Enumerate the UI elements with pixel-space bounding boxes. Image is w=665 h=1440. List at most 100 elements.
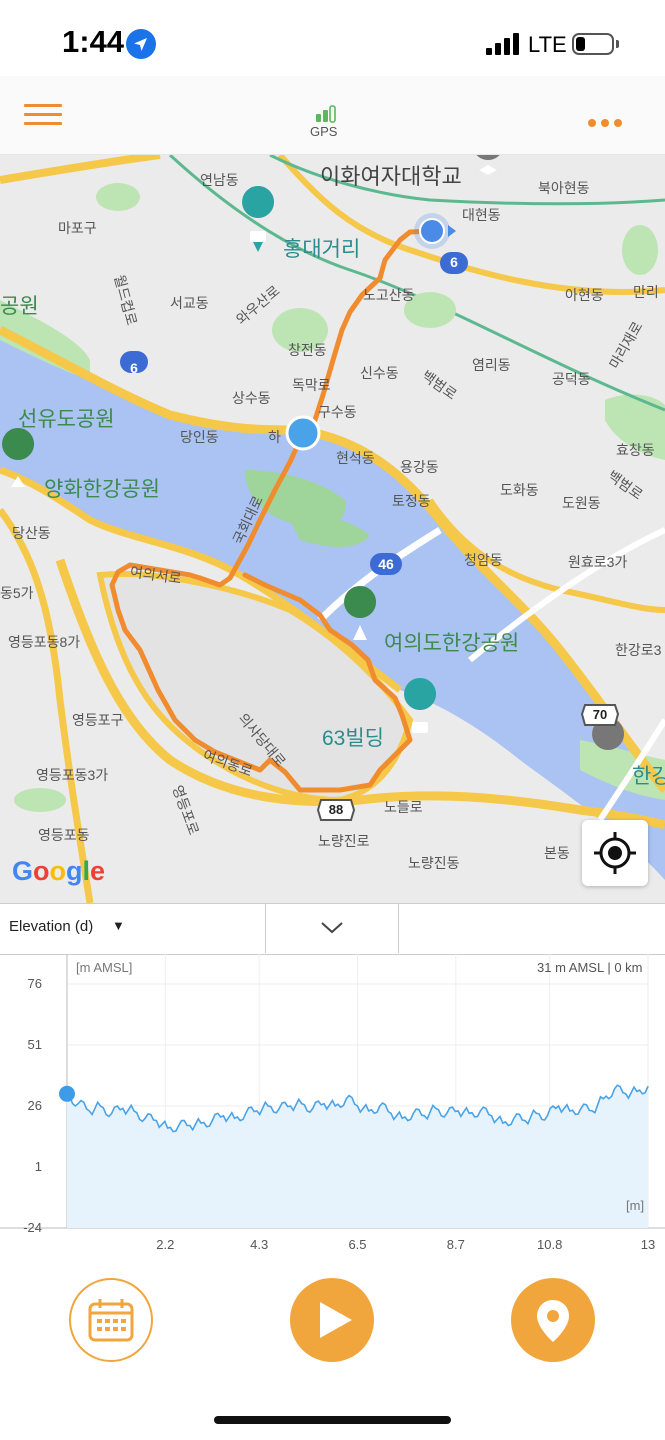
map-label: 노량진동 (408, 855, 460, 871)
map-label: 노량진로 (318, 833, 370, 849)
battery-icon (572, 33, 614, 55)
elevation-point (111, 1112, 113, 1114)
route-badge: 46 (378, 556, 394, 572)
elevation-point (256, 1110, 258, 1112)
more-options-icon[interactable] (588, 114, 630, 128)
elevation-point (345, 1098, 347, 1100)
map-label: 공원 (0, 295, 39, 318)
map-label: 도화동 (500, 482, 539, 498)
map-label: 영등포구 (72, 712, 124, 728)
chevron-down-icon[interactable] (318, 918, 346, 936)
x-tick-label: 4.3 (250, 1237, 269, 1252)
y-tick-label: -24 (23, 1220, 42, 1235)
route-badge: 6 (450, 254, 458, 270)
elevation-point (88, 1110, 90, 1112)
y-tick-label: 26 (27, 1098, 42, 1113)
y-axis-unit: [m AMSL] (76, 960, 133, 975)
elevation-point (144, 1117, 146, 1119)
x-tick-label: 13 (640, 1237, 656, 1252)
map-label: 만리 (633, 284, 659, 300)
signal-icon (486, 33, 519, 55)
graph-type-dropdown[interactable]: Elevation (d) (9, 918, 93, 935)
elevation-chart[interactable] (0, 954, 665, 1264)
battery-tip (616, 40, 619, 48)
elevation-point (535, 1112, 537, 1114)
map-label: 마포구 (58, 220, 97, 236)
x-tick-label: 8.7 (446, 1237, 465, 1252)
map-label: 북아현동 (538, 180, 590, 196)
elevation-point (457, 1110, 459, 1112)
play-icon (320, 1302, 352, 1338)
elevation-point (166, 1127, 169, 1129)
elevation-point (591, 1110, 593, 1112)
calendar-button[interactable] (69, 1278, 153, 1362)
current-position-marker (59, 1085, 75, 1102)
map-view[interactable]: 6 6 46 70 88 연남동 이화여자대학교 북아현동 마포구 홍대거리 대… (0, 155, 665, 903)
elevation-point (468, 1112, 470, 1114)
map-label: 독막로 (292, 377, 331, 393)
elevation-point (569, 1110, 571, 1112)
map-canvas[interactable] (0, 155, 665, 903)
map-label: 공덕동 (552, 371, 591, 387)
elevation-point (602, 1098, 604, 1100)
elevation-point (546, 1115, 549, 1117)
elevation-point (133, 1110, 135, 1112)
map-label: 영등포동3가 (36, 767, 109, 783)
hamburger-menu-icon[interactable] (24, 104, 62, 128)
map-label: 상수동 (232, 390, 271, 406)
elevation-point (189, 1124, 191, 1127)
home-indicator (214, 1416, 451, 1424)
elevation-point (211, 1120, 213, 1122)
map-label: 효창동 (616, 442, 655, 458)
elevation-point (323, 1102, 325, 1105)
elevation-point (312, 1107, 314, 1110)
location-pin-button[interactable] (511, 1278, 595, 1362)
calendar-icon (88, 1299, 134, 1342)
map-label: 대현동 (462, 207, 501, 223)
x-axis-unit: [m] (626, 1198, 645, 1213)
elevation-point (479, 1110, 482, 1112)
map-label: 영등포동8가 (8, 634, 81, 650)
elevation-point (412, 1112, 414, 1114)
map-label: 현석동 (336, 450, 375, 466)
divider (265, 903, 266, 953)
elevation-point (278, 1107, 280, 1110)
elevation-point (222, 1115, 225, 1117)
elevation-point (524, 1120, 526, 1122)
map-label: 한강로3 (615, 642, 662, 658)
map-label: 도원동 (562, 495, 601, 511)
map-label: 서교동 (170, 295, 209, 311)
map-label: 동5가 (0, 585, 34, 601)
location-arrow-icon (126, 29, 156, 59)
my-location-button[interactable] (582, 820, 648, 886)
elevation-point (446, 1112, 448, 1114)
dropdown-triangle-icon[interactable]: ▼ (112, 918, 125, 933)
route-badge: 6 (130, 360, 138, 376)
y-tick-label: 51 (27, 1037, 42, 1052)
map-label: 노고산동 (363, 287, 415, 303)
elevation-point (490, 1115, 493, 1117)
elevation-point (200, 1122, 202, 1124)
map-label: 영등포동 (38, 827, 90, 843)
map-label: 원효로3가 (568, 554, 628, 570)
google-logo: Google (12, 856, 106, 886)
map-label: 아현동 (565, 287, 604, 303)
elevation-point (289, 1105, 292, 1107)
elevation-point (558, 1105, 560, 1107)
elevation-point (245, 1112, 247, 1114)
elevation-point (390, 1112, 392, 1114)
play-button[interactable] (290, 1278, 374, 1362)
map-label: 토정동 (392, 493, 431, 509)
elevation-point (155, 1120, 157, 1122)
elevation-point (99, 1105, 102, 1107)
network-type: LTE (528, 32, 567, 57)
elevation-point (233, 1117, 236, 1119)
elevation-point (423, 1115, 426, 1117)
elevation-point (625, 1093, 627, 1095)
map-label: 여의도한강공원 (384, 632, 520, 655)
map-label: 이화여자대학교 (320, 164, 462, 189)
map-label: 신수동 (360, 365, 399, 381)
elevation-point (178, 1124, 180, 1127)
current-readout: 31 m AMSL | 0 km (537, 960, 643, 975)
map-label: 당인동 (180, 429, 219, 445)
